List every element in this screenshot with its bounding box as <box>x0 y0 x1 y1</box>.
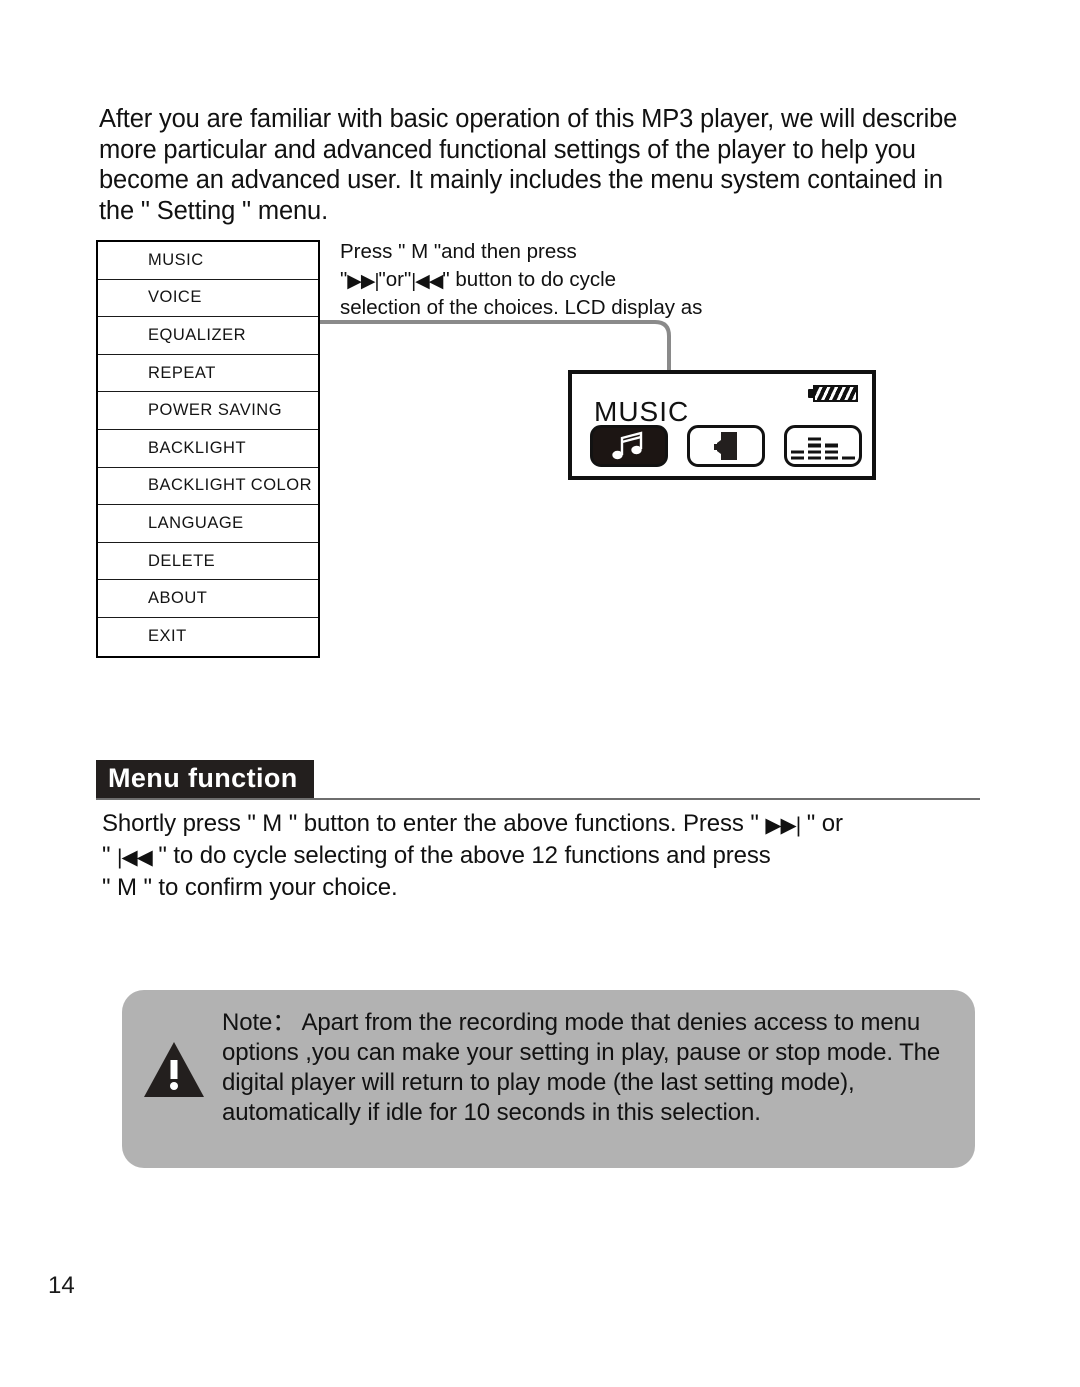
rewind-icon: |◀◀ <box>117 846 153 869</box>
body-part-3: " <box>102 842 117 869</box>
battery-full-icon <box>808 383 858 403</box>
heading-rule <box>96 798 980 800</box>
menu-row-backlight-color[interactable]: BACKLIGHT COLOR <box>98 468 318 506</box>
music-note-glyph <box>612 431 643 460</box>
body-part-5: " M " to confirm your choice. <box>102 874 398 901</box>
note-text: Note： Apart from the recording mode that… <box>222 1009 941 1126</box>
menu-row-language[interactable]: LANGUAGE <box>98 505 318 543</box>
menu-item-label: BACKLIGHT COLOR <box>148 476 312 495</box>
section-heading: Menu function <box>96 760 980 800</box>
intro-paragraph: After you are familiar with basic operat… <box>99 105 958 225</box>
fast-forward-icon: ▶▶| <box>347 270 379 292</box>
press-instruction-tail: button to do cycle <box>449 267 617 291</box>
note-callout-box: Note： Apart from the recording mode that… <box>122 990 975 1168</box>
fast-forward-icon: ▶▶| <box>765 814 801 837</box>
body-part-4: " to do cycle selecting of the above 12 … <box>151 842 771 869</box>
menu-row-voice[interactable]: VOICE <box>98 280 318 318</box>
menu-row-repeat[interactable]: REPEAT <box>98 355 318 393</box>
music-note-icon[interactable] <box>590 425 668 467</box>
equalizer-column <box>791 450 804 460</box>
menu-item-label: REPEAT <box>148 363 216 382</box>
body-part-1: Shortly press " M " button to enter the … <box>102 810 766 837</box>
quote-between: "or" <box>378 267 412 291</box>
menu-item-label: LANGUAGE <box>148 513 244 532</box>
quote-close: " <box>442 267 450 291</box>
menu-row-backlight[interactable]: BACKLIGHT <box>98 430 318 468</box>
equalizer-column <box>825 443 838 460</box>
body-part-2: " or <box>800 810 843 837</box>
menu-row-about[interactable]: ABOUT <box>98 580 318 618</box>
lcd-display-mockup: MUSIC <box>568 370 876 480</box>
voice-microphone-glyph <box>714 432 737 460</box>
menu-item-label: DELETE <box>148 551 216 570</box>
voice-microphone-icon[interactable] <box>687 425 765 467</box>
equalizer-icon[interactable] <box>784 425 862 467</box>
page-number: 14 <box>48 1272 75 1299</box>
connector-line <box>320 320 671 374</box>
heading-label: Menu function <box>96 760 314 798</box>
menu-function-paragraph: Shortly press " M " button to enter the … <box>102 808 992 903</box>
press-instruction-line-1: Press " M "and then press <box>340 240 577 263</box>
menu-item-label: MUSIC <box>148 250 204 269</box>
menu-item-label: ABOUT <box>148 589 208 608</box>
menu-item-label: POWER SAVING <box>148 401 283 420</box>
menu-row-exit[interactable]: EXIT <box>98 618 318 656</box>
menu-item-label: EQUALIZER <box>148 325 247 344</box>
lcd-title: MUSIC <box>594 396 690 427</box>
menu-item-label: BACKLIGHT <box>148 438 247 457</box>
press-instruction-text: Press " M "and then press "▶▶|"or"|◀◀" b… <box>340 238 780 322</box>
equalizer-column <box>808 437 821 460</box>
menu-item-label: EXIT <box>148 627 187 646</box>
settings-menu-table: MUSIC VOICE EQUALIZER REPEAT POWER SAVIN… <box>96 240 320 658</box>
lcd-mode-icons <box>590 425 862 467</box>
menu-row-equalizer[interactable]: EQUALIZER <box>98 317 318 355</box>
menu-row-power-saving[interactable]: POWER SAVING <box>98 392 318 430</box>
equalizer-bars <box>791 433 855 460</box>
equalizer-column <box>842 456 855 460</box>
menu-item-label: VOICE <box>148 288 202 307</box>
warning-triangle-icon <box>144 1042 204 1097</box>
menu-row-music[interactable]: MUSIC <box>98 242 318 280</box>
battery-body <box>813 384 858 402</box>
rewind-icon: |◀◀ <box>411 270 443 292</box>
menu-row-delete[interactable]: DELETE <box>98 543 318 581</box>
press-instruction-line-2: "▶▶|"or"|◀◀" button to do cycle <box>340 266 780 295</box>
